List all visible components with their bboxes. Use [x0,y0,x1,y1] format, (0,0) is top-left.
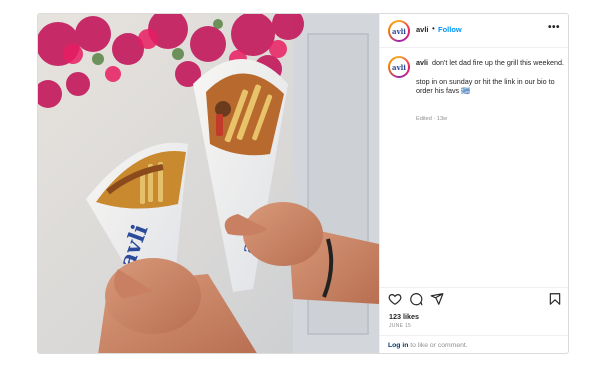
more-options-icon[interactable]: ••• [548,22,560,33]
action-bar [380,287,568,309]
post-photo[interactable]: avli avli [38,14,379,353]
post-meta: Edited · 13w [416,116,448,122]
login-prompt: Log in to like or comment. [388,342,468,349]
login-link[interactable]: Log in [388,342,408,349]
likes-count[interactable]: 123 likes [389,312,419,321]
comment-icon[interactable] [409,292,423,306]
caption-line-1: don't let dad fire up the grill this wee… [432,58,565,67]
follow-button[interactable]: Follow [438,25,462,34]
avatar[interactable]: avli [388,20,410,42]
heart-icon[interactable] [388,292,402,306]
caption-avatar[interactable]: avli [388,56,410,78]
caption-line-2: stop in on sunday or hit the link in our… [416,76,555,96]
instagram-embed: avli avli avli avli • Follow ••• avli av… [37,13,569,354]
caption-username[interactable]: avli [416,58,428,67]
share-icon[interactable] [430,292,444,306]
post-date[interactable]: JUNE 15 [389,323,411,329]
separator-dot: • [432,24,435,33]
caption: avli don't let dad fire up the grill thi… [416,58,566,105]
post-image: avli avli [38,14,379,353]
avatar-logo: avli [390,22,408,40]
post-side-panel: avli avli • Follow ••• avli avli don't l… [379,14,568,353]
username[interactable]: avli [416,25,429,34]
login-suffix: to like or comment. [408,342,468,349]
login-bar: Log in to like or comment. [380,335,568,353]
bookmark-icon[interactable] [548,292,562,306]
post-header: avli avli • Follow ••• [380,14,568,48]
caption-avatar-logo: avli [390,58,408,76]
